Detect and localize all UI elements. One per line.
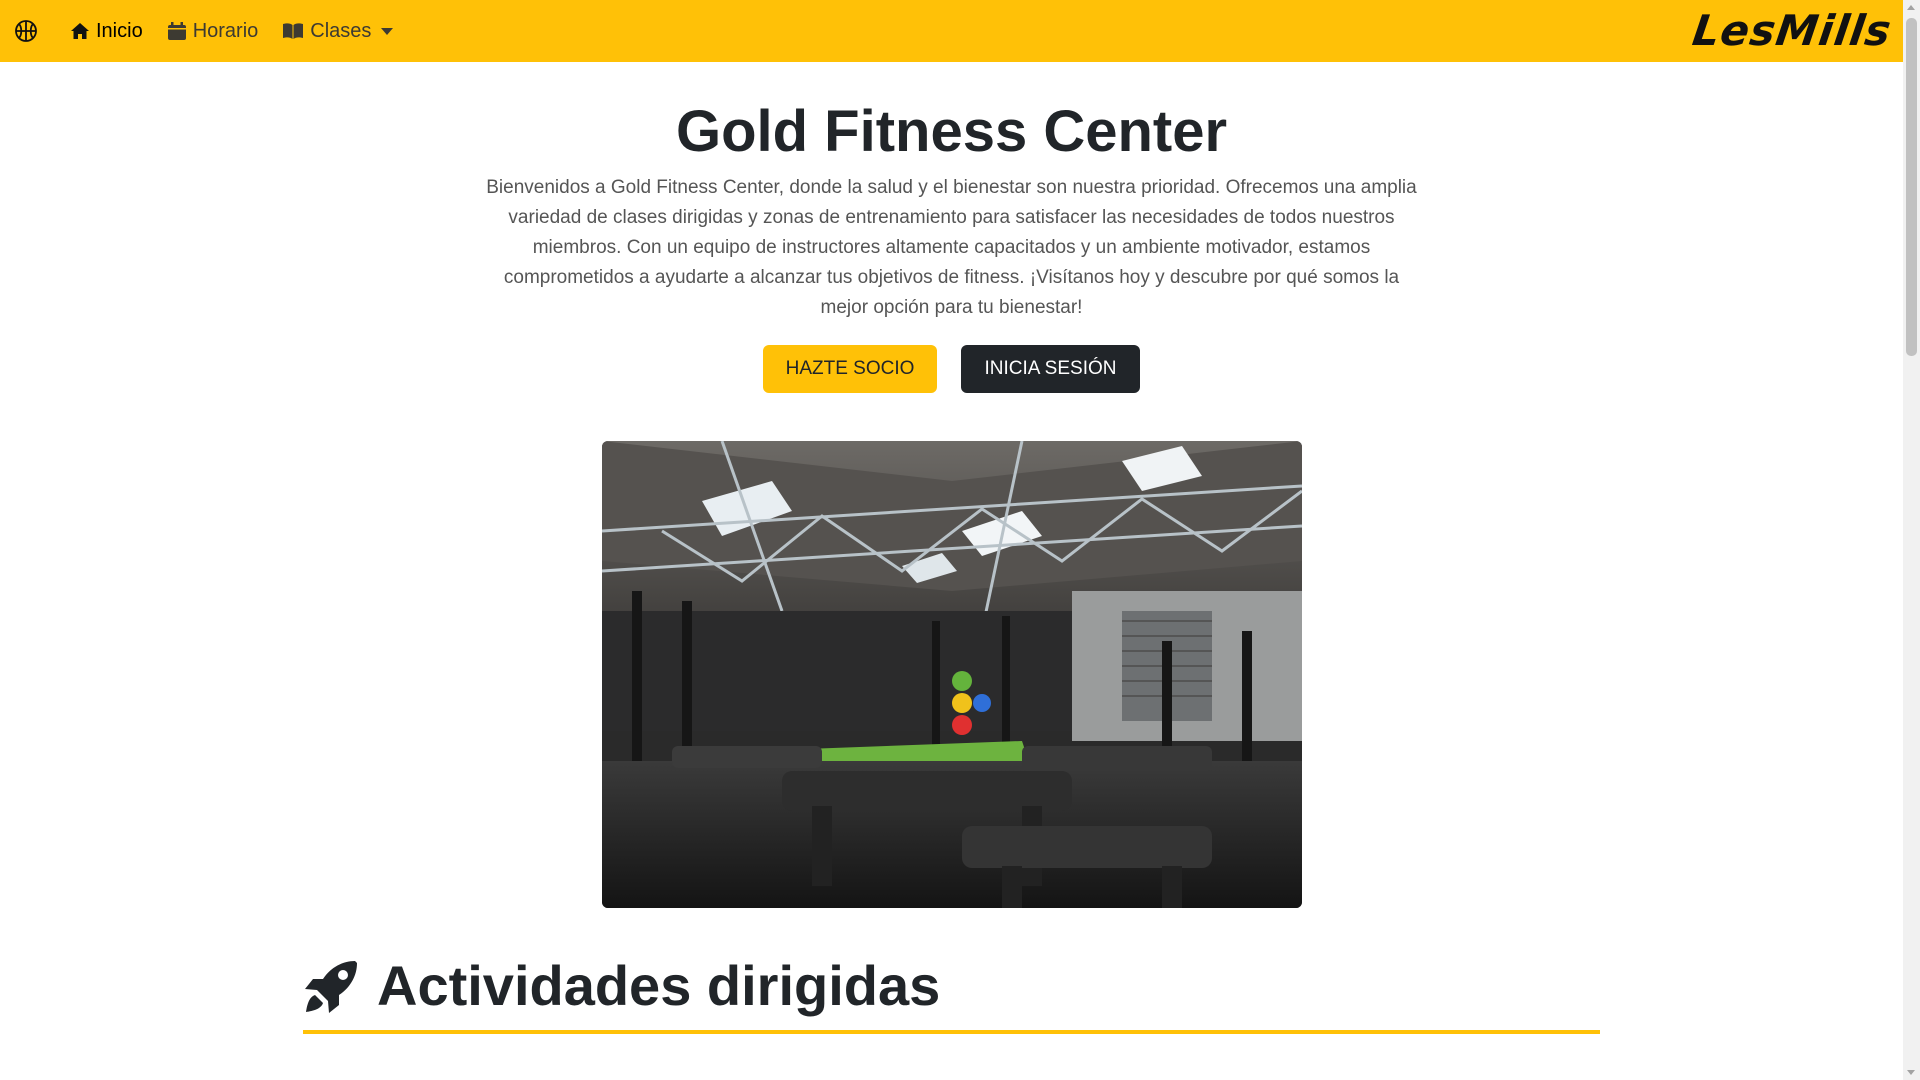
lesmills-logo[interactable]: LesMills (1689, 6, 1894, 55)
nav-item-clases-dropdown[interactable]: Clases (282, 19, 394, 43)
nav-item-label: Inicio (96, 19, 143, 42)
page-title: Gold Fitness Center (675, 99, 1228, 164)
page-scrollbar[interactable] (1903, 0, 1920, 1080)
nav-item-label: Horario (192, 19, 259, 42)
login-button[interactable]: INICIA SESIÓN (961, 345, 1140, 393)
join-button[interactable]: HAZTE SOCIO (763, 345, 937, 393)
nav-item-label: Clases (310, 19, 372, 42)
calendar-icon (167, 22, 186, 40)
nav-item-horario[interactable]: Horario (167, 19, 259, 43)
scroll-thumb[interactable] (1906, 18, 1917, 356)
section-heading: Actividades dirigidas (303, 950, 940, 1022)
scroll-up-icon[interactable] (1907, 5, 1915, 10)
book-icon (283, 23, 304, 39)
rocket-icon (305, 961, 357, 1013)
top-navbar: Inicio Horario Clases LesMills (0, 0, 1903, 62)
chevron-down-icon (381, 27, 394, 35)
scroll-down-icon[interactable] (1907, 1070, 1915, 1075)
section-divider (303, 1030, 1600, 1034)
section-title: Actividades dirigidas (377, 954, 941, 1017)
gym-photo (602, 441, 1302, 908)
basketball-icon[interactable] (14, 19, 38, 43)
hero-description: Bienvenidos a Gold Fitness Center, donde… (486, 177, 1417, 318)
nav-item-inicio[interactable]: Inicio (70, 20, 143, 43)
home-icon (71, 23, 89, 39)
